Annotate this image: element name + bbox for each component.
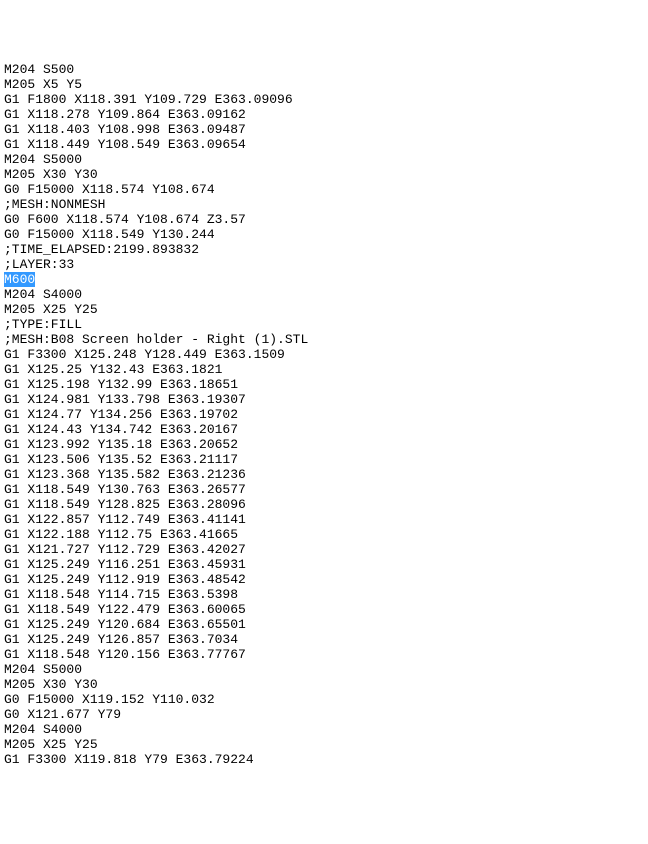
code-line[interactable]: G1 X118.548 Y120.156 E363.77767	[4, 647, 644, 662]
code-line[interactable]: G1 X122.188 Y112.75 E363.41665	[4, 527, 644, 542]
code-line[interactable]: G1 X118.403 Y108.998 E363.09487	[4, 122, 644, 137]
code-line[interactable]: G0 F15000 X119.152 Y110.032	[4, 692, 644, 707]
code-line[interactable]: G1 X118.549 Y130.763 E363.26577	[4, 482, 644, 497]
code-line[interactable]: G1 X125.249 Y112.919 E363.48542	[4, 572, 644, 587]
code-line[interactable]: G1 X125.249 Y116.251 E363.45931	[4, 557, 644, 572]
code-line[interactable]: G0 F15000 X118.574 Y108.674	[4, 182, 644, 197]
code-line[interactable]: M204 S5000	[4, 662, 644, 677]
code-line[interactable]: G1 X118.549 Y128.825 E363.28096	[4, 497, 644, 512]
gcode-text-editor[interactable]: M204 S500M205 X5 Y5G1 F1800 X118.391 Y10…	[4, 62, 644, 767]
code-line[interactable]: G0 X121.677 Y79	[4, 707, 644, 722]
code-line[interactable]: ;TYPE:FILL	[4, 317, 644, 332]
code-line[interactable]: G1 X125.249 Y126.857 E363.7034	[4, 632, 644, 647]
code-line[interactable]: G1 F3300 X119.818 Y79 E363.79224	[4, 752, 644, 767]
code-line[interactable]: M205 X5 Y5	[4, 77, 644, 92]
code-line[interactable]: G1 X124.77 Y134.256 E363.19702	[4, 407, 644, 422]
code-line[interactable]: G1 X123.506 Y135.52 E363.21117	[4, 452, 644, 467]
code-line[interactable]: G1 X121.727 Y112.729 E363.42027	[4, 542, 644, 557]
code-line[interactable]: M204 S4000	[4, 287, 644, 302]
code-line[interactable]: G1 X118.449 Y108.549 E363.09654	[4, 137, 644, 152]
code-line[interactable]: G1 X124.43 Y134.742 E363.20167	[4, 422, 644, 437]
code-line[interactable]: G1 X118.549 Y122.479 E363.60065	[4, 602, 644, 617]
code-line[interactable]: G0 F15000 X118.549 Y130.244	[4, 227, 644, 242]
code-line[interactable]: ;LAYER:33	[4, 257, 644, 272]
code-line[interactable]: G1 X118.278 Y109.864 E363.09162	[4, 107, 644, 122]
code-line[interactable]: ;MESH:B08 Screen holder - Right (1).STL	[4, 332, 644, 347]
code-line[interactable]: M204 S4000	[4, 722, 644, 737]
code-line[interactable]: M205 X30 Y30	[4, 677, 644, 692]
code-line[interactable]: M600	[4, 272, 644, 287]
code-line[interactable]: G1 X123.368 Y135.582 E363.21236	[4, 467, 644, 482]
code-line[interactable]: M204 S5000	[4, 152, 644, 167]
code-line[interactable]: M204 S500	[4, 62, 644, 77]
code-line[interactable]: G1 X125.249 Y120.684 E363.65501	[4, 617, 644, 632]
code-line[interactable]: ;TIME_ELAPSED:2199.893832	[4, 242, 644, 257]
code-line[interactable]: G1 F1800 X118.391 Y109.729 E363.09096	[4, 92, 644, 107]
code-line[interactable]: ;MESH:NONMESH	[4, 197, 644, 212]
code-line[interactable]: G1 X118.548 Y114.715 E363.5398	[4, 587, 644, 602]
code-line[interactable]: G1 F3300 X125.248 Y128.449 E363.1509	[4, 347, 644, 362]
code-line[interactable]: M205 X25 Y25	[4, 737, 644, 752]
code-line[interactable]: G1 X122.857 Y112.749 E363.41141	[4, 512, 644, 527]
code-line[interactable]: G0 F600 X118.574 Y108.674 Z3.57	[4, 212, 644, 227]
highlighted-text[interactable]: M600	[4, 272, 35, 287]
code-line[interactable]: G1 X123.992 Y135.18 E363.20652	[4, 437, 644, 452]
code-line[interactable]: G1 X125.198 Y132.99 E363.18651	[4, 377, 644, 392]
code-line[interactable]: M205 X25 Y25	[4, 302, 644, 317]
code-line[interactable]: G1 X125.25 Y132.43 E363.1821	[4, 362, 644, 377]
code-line[interactable]: M205 X30 Y30	[4, 167, 644, 182]
code-line[interactable]: G1 X124.981 Y133.798 E363.19307	[4, 392, 644, 407]
